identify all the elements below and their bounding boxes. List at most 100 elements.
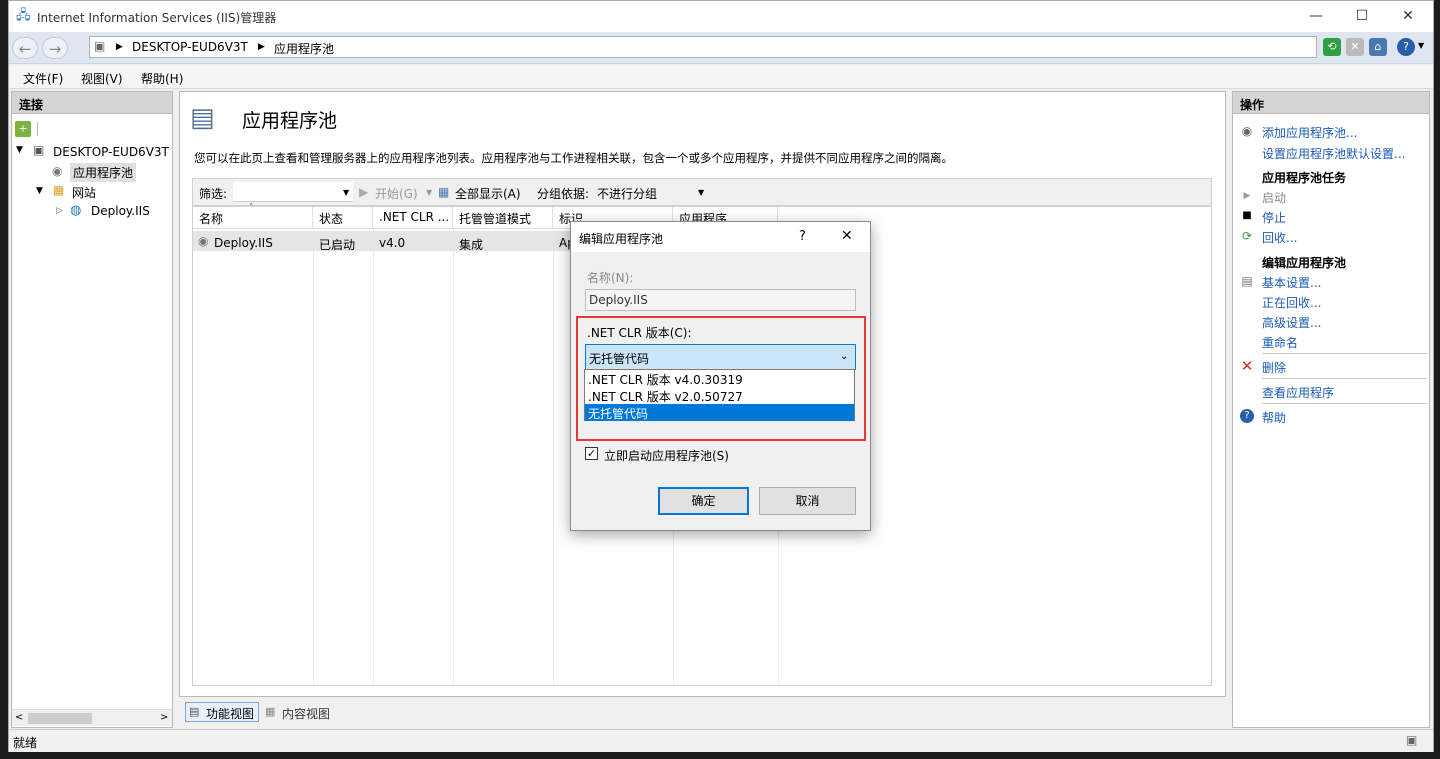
action-recycling[interactable]: 正在回收...	[1262, 294, 1321, 311]
action-help[interactable]: 帮助	[1262, 409, 1286, 426]
menu-file[interactable]: 文件(F)	[23, 70, 63, 87]
column-header-pipeline[interactable]: 托管管道模式	[453, 207, 553, 229]
connections-panel: 连接 + ▼ ▣ DESKTOP-EUD6V3T ◉ 应用程序池 ▼ ▦ 网站 …	[11, 91, 173, 728]
cancel-button[interactable]: 取消	[759, 487, 856, 515]
tree-site[interactable]: Deploy.IIS	[91, 204, 150, 218]
globe-icon: ◍	[70, 203, 82, 218]
play-icon: ▶	[1243, 191, 1251, 201]
settings-page-icon: ▤	[1241, 274, 1253, 288]
action-rename[interactable]: 重命名	[1262, 334, 1298, 351]
navigation-bar: ← → ▣ ▶ DESKTOP-EUD6V3T ▶ 应用程序池 ⟲ ✕ ⌂ ? …	[9, 32, 1433, 64]
action-advanced-settings[interactable]: 高级设置...	[1262, 314, 1321, 331]
action-start[interactable]: 启动	[1262, 189, 1286, 206]
address-app-pools[interactable]: 应用程序池	[274, 40, 334, 57]
group-by-label: 分组依据:	[537, 187, 590, 201]
actions-header: 操作	[1233, 92, 1429, 114]
status-text: 就绪	[13, 736, 38, 750]
show-all-button[interactable]: 全部显示(A)	[455, 185, 521, 202]
stop-square-icon: ■	[1242, 210, 1252, 221]
chevron-down-icon[interactable]: ▼	[1418, 41, 1424, 50]
app-pool-icon: ◉	[198, 234, 209, 248]
app-pool-page-icon: ▤	[190, 103, 215, 133]
section-pool-tasks: 应用程序池任务	[1262, 171, 1347, 185]
maximize-button[interactable]: ☐	[1339, 1, 1385, 32]
address-server[interactable]: DESKTOP-EUD6V3T	[132, 40, 248, 54]
home-icon[interactable]: ⌂	[1369, 38, 1387, 56]
add-icon: ◉	[1241, 124, 1253, 138]
action-set-defaults[interactable]: 设置应用程序池默认设置...	[1262, 145, 1405, 162]
tab-content-view[interactable]: 内容视图	[282, 705, 330, 722]
filter-input[interactable]	[233, 182, 353, 202]
horizontal-scrollbar[interactable]: < >	[12, 709, 172, 726]
view-tabs: 功能视图 ▤ ▦ 内容视图	[179, 701, 579, 723]
menu-view[interactable]: 视图(V)	[81, 70, 123, 87]
forward-button[interactable]: →	[42, 37, 68, 59]
divider	[1262, 403, 1427, 404]
chevron-right-icon[interactable]: ▷	[56, 206, 63, 216]
back-button[interactable]: ←	[12, 37, 38, 59]
autostart-checkbox[interactable]: ✓	[585, 447, 598, 460]
server-icon: ▣	[94, 39, 106, 53]
group-by-select[interactable]: 不进行分组	[597, 185, 657, 202]
chevron-down-icon[interactable]: ▼	[698, 188, 704, 197]
tab-features-label: 功能视图	[206, 707, 255, 721]
action-stop[interactable]: 停止	[1262, 209, 1286, 226]
menu-bar: 文件(F) 视图(V) 帮助(H)	[9, 65, 1433, 89]
action-basic-settings[interactable]: 基本设置...	[1262, 274, 1321, 291]
chevron-right-icon: ▶	[258, 42, 265, 52]
window-title: Internet Information Services (IIS)管理器	[37, 11, 277, 25]
chevron-down-icon[interactable]: ▼	[343, 188, 349, 197]
scroll-left-icon[interactable]: <	[15, 712, 23, 723]
cell-status: 已启动	[319, 238, 356, 252]
action-recycle[interactable]: 回收...	[1262, 229, 1297, 246]
clr-option-v2[interactable]: .NET CLR 版本 v2.0.50727	[585, 387, 854, 404]
app-pool-icon: ◉	[52, 164, 63, 178]
new-connection-icon[interactable]: +	[15, 121, 31, 137]
divider	[1262, 353, 1427, 354]
show-all-icon: ▦	[438, 185, 450, 199]
stop-icon[interactable]: ✕	[1346, 38, 1364, 56]
expand-sites-icon[interactable]: ▼	[36, 186, 43, 196]
connections-header: 连接	[12, 92, 172, 114]
column-header-clr[interactable]: .NET CLR ...	[373, 207, 453, 229]
recycle-icon: ⟳	[1241, 229, 1253, 243]
status-bar: 就绪 ▣	[9, 729, 1433, 752]
column-header-status[interactable]: 状态	[313, 207, 373, 229]
dialog-title: 编辑应用程序池	[579, 232, 664, 246]
chevron-down-icon[interactable]: ▼	[426, 188, 432, 197]
network-status-icon: ▣	[1406, 733, 1418, 747]
sort-asc-icon: ˄	[249, 203, 254, 213]
clr-option-v4[interactable]: .NET CLR 版本 v4.0.30319	[585, 370, 854, 387]
divider	[1262, 378, 1427, 379]
minimize-button[interactable]: —	[1293, 1, 1339, 32]
dialog-help-button[interactable]: ?	[799, 229, 806, 244]
ok-button[interactable]: 确定	[658, 487, 749, 515]
server-icon: ▣	[33, 143, 45, 157]
start-button[interactable]: 开始(G)	[375, 185, 418, 202]
tree-sites[interactable]: 网站	[72, 184, 96, 201]
dialog-close-button[interactable]: ✕	[841, 228, 853, 244]
name-field: Deploy.IIS	[585, 289, 856, 311]
title-bar: 🖧 Internet Information Services (IIS)管理器…	[9, 1, 1433, 32]
dialog-title-bar: 编辑应用程序池 ? ✕	[571, 222, 870, 252]
action-add-pool[interactable]: 添加应用程序池...	[1262, 124, 1357, 141]
autostart-label[interactable]: 立即启动应用程序池(S)	[604, 447, 729, 464]
menu-help[interactable]: 帮助(H)	[141, 70, 183, 87]
address-bar[interactable]: ▣ ▶ DESKTOP-EUD6V3T ▶ 应用程序池	[89, 36, 1317, 58]
iis-app-icon: 🖧	[16, 8, 31, 23]
cell-name: Deploy.IIS	[214, 236, 273, 250]
page-title: 应用程序池	[242, 110, 338, 132]
tree-app-pools[interactable]: 应用程序池	[70, 163, 137, 182]
help-icon[interactable]: ?	[1397, 38, 1415, 56]
clr-option-no-managed-code[interactable]: 无托管代码	[585, 404, 854, 421]
filter-label: 筛选:	[199, 187, 228, 201]
action-view-apps[interactable]: 查看应用程序	[1262, 384, 1334, 401]
scroll-thumb[interactable]	[28, 713, 92, 724]
scroll-right-icon[interactable]: >	[160, 712, 168, 723]
close-window-button[interactable]: ✕	[1385, 1, 1431, 32]
action-delete[interactable]: 删除	[1262, 359, 1286, 376]
folder-icon: ▦	[53, 183, 65, 197]
tree-server[interactable]: DESKTOP-EUD6V3T	[53, 145, 169, 159]
refresh-icon[interactable]: ⟲	[1323, 38, 1341, 56]
expand-server-icon[interactable]: ▼	[16, 145, 23, 155]
